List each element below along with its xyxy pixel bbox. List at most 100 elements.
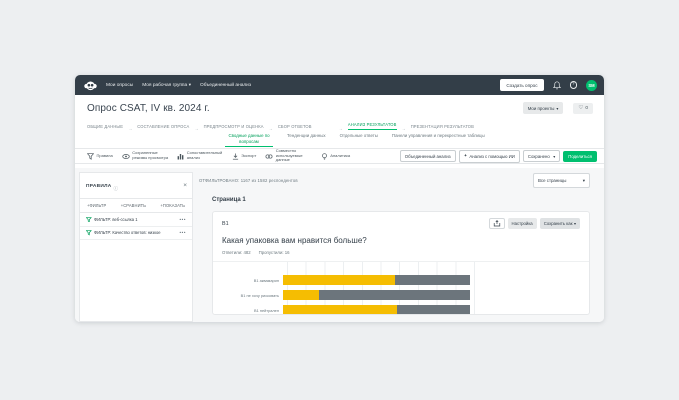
bar-segment-gray xyxy=(397,305,470,315)
ellipsis-menu-icon[interactable]: ••• xyxy=(179,217,186,222)
bar-category-label: В1 не хочу рисковать xyxy=(213,293,283,298)
chevron-down-icon xyxy=(583,178,585,184)
filter-rule-item[interactable]: ФИЛЬТР: веб-ссылка 1 ••• xyxy=(80,213,192,227)
stacked-bar-chart: В1 аквамарин В1 не хочу рисковать В1 ней… xyxy=(213,262,589,315)
ai-analysis-button[interactable]: Анализ с помощью ИИ xyxy=(459,150,520,163)
tool-export[interactable]: Экспорт xyxy=(232,153,257,160)
question-number: В1 xyxy=(222,221,229,227)
toolbar-actions: Объединенный анализ Анализ с помощью ИИ … xyxy=(400,150,597,163)
page-label: Страница 1 xyxy=(212,197,604,203)
save-as-button[interactable]: Сохранить как xyxy=(540,218,580,229)
tool-saved-views[interactable]: Сохраненные режимы просмотра xyxy=(122,151,169,161)
create-survey-button[interactable]: Создать опрос xyxy=(500,79,543,91)
survey-header: Опрос CSAT, IV кв. 2024 г. Мои проекты 0 xyxy=(75,95,604,118)
filter-funnel-icon xyxy=(86,217,92,223)
bar-track[interactable] xyxy=(283,290,470,300)
answered-count: Ответили: 482 xyxy=(222,250,251,255)
filter-rule-label: ФИЛЬТР: веб-ссылка 1 xyxy=(94,217,138,222)
workflow-stepper: ОБЩИЕ ДАННЫЕ СОСТАВЛЕНИЕ ОПРОСА ПРЕДПРОС… xyxy=(75,118,604,131)
chevron-down-icon xyxy=(554,106,558,111)
content-area: ПРАВИЛА × +ФИЛЬТР +СРАВНИТЬ +ПОКАЗАТЬ ФИ… xyxy=(75,168,604,322)
question-card: В1 Настройка Сохранить как Какая упаковк… xyxy=(212,211,590,315)
tool-rules-label: Правила xyxy=(97,154,113,159)
tool-shared-data-label: Совместно используемые данные xyxy=(276,149,312,163)
arrow-right-icon xyxy=(194,117,198,135)
tool-export-label: Экспорт xyxy=(241,154,256,159)
eye-icon xyxy=(122,153,130,160)
share-button[interactable]: Поделиться xyxy=(563,151,597,162)
add-show-tab[interactable]: +ПОКАЗАТЬ xyxy=(160,203,185,208)
chart-row: В1 нейтрален xyxy=(213,305,589,315)
main-panel: ОТФИЛЬТРОВАНО: 1167 из 1582 респондентов… xyxy=(197,168,604,322)
question-card-header: В1 Настройка Сохранить как xyxy=(213,212,589,229)
notifications-bell-icon[interactable] xyxy=(553,81,561,90)
project-dropdown-button[interactable]: Мои проекты xyxy=(523,102,564,114)
add-compare-tab[interactable]: +СРАВНИТЬ xyxy=(121,203,146,208)
question-title: Какая упаковка вам нравится больше? xyxy=(213,229,589,245)
rules-title: ПРАВИЛА xyxy=(86,184,112,189)
chevron-down-icon xyxy=(552,154,556,159)
pages-select-value: Все страницы xyxy=(538,178,566,183)
link-icon xyxy=(265,153,273,160)
question-card-controls: Настройка Сохранить как xyxy=(489,218,580,229)
step-collect[interactable]: СБОР ОТВЕТОВ xyxy=(278,124,312,129)
arrow-right-icon xyxy=(128,117,132,135)
tool-rules[interactable]: Правила xyxy=(87,153,113,160)
avatar[interactable]: SM xyxy=(586,80,597,91)
ellipsis-menu-icon[interactable]: ••• xyxy=(179,230,186,235)
filtered-banner: ОТФИЛЬТРОВАНО: 1167 из 1582 респондентов… xyxy=(197,168,604,188)
customize-button[interactable]: Настройка xyxy=(508,218,537,229)
tab-data-trends[interactable]: Тенденции данных xyxy=(287,133,326,138)
bar-track[interactable] xyxy=(283,305,470,315)
tool-insights[interactable]: Аналитика xyxy=(321,153,350,160)
rules-sidebar: ПРАВИЛА × +ФИЛЬТР +СРАВНИТЬ +ПОКАЗАТЬ ФИ… xyxy=(79,172,193,322)
tool-benchmark-label: Сопоставительный анализ xyxy=(187,151,223,161)
survey-title: Опрос CSAT, IV кв. 2024 г. xyxy=(87,103,210,114)
lightbulb-icon xyxy=(321,153,328,160)
nav-combined-analysis[interactable]: Объединенный анализ xyxy=(200,83,251,88)
tool-shared-data[interactable]: Совместно используемые данные xyxy=(265,149,312,163)
bar-track[interactable] xyxy=(283,275,470,285)
chevron-down-icon xyxy=(572,221,576,226)
info-icon[interactable] xyxy=(112,177,119,195)
analyze-subtabs: Сводные данные по вопросам Тенденции дан… xyxy=(75,131,604,148)
likes-badge[interactable]: 0 xyxy=(573,103,593,114)
nav-workgroup-label: Моя рабочая группа xyxy=(142,83,187,88)
bar-segment-yellow xyxy=(283,290,319,300)
close-icon[interactable]: × xyxy=(183,183,187,190)
filtered-count-text: ОТФИЛЬТРОВАНО: 1167 из 1582 респондентов xyxy=(199,178,298,183)
saved-dropdown-button[interactable]: Сохранено xyxy=(523,150,560,162)
filter-funnel-icon xyxy=(86,230,92,236)
tab-individual-responses[interactable]: Отдельные ответы xyxy=(340,133,378,138)
combined-analysis-button[interactable]: Объединенный анализ xyxy=(400,150,456,162)
filter-rule-label: ФИЛЬТР: Качество ответов: низкое xyxy=(94,230,161,235)
help-icon[interactable]: ? xyxy=(570,81,578,89)
pages-select[interactable]: Все страницы xyxy=(533,173,590,188)
step-design[interactable]: СОСТАВЛЕНИЕ ОПРОСА xyxy=(137,124,189,129)
tab-question-summaries[interactable]: Сводные данные по вопросам xyxy=(225,133,273,147)
surveymonkey-logo-icon[interactable] xyxy=(84,80,97,91)
chart-row: В1 не хочу рисковать xyxy=(213,290,589,300)
saved-label: Сохранено xyxy=(528,154,550,159)
step-preview[interactable]: ПРЕДПРОСМОТР И ОЦЕНКА xyxy=(204,124,264,129)
tab-dashboards-crosstabs[interactable]: Панели управления и перекрестные таблицы xyxy=(392,133,485,138)
bar-segment-yellow xyxy=(283,305,397,315)
nav-my-surveys[interactable]: Мои опросы xyxy=(106,83,133,88)
step-summary[interactable]: ОБЩИЕ ДАННЫЕ xyxy=(87,124,123,129)
bar-segment-gray xyxy=(395,275,470,285)
bar-segment-gray xyxy=(319,290,470,300)
share-question-button[interactable] xyxy=(489,218,505,229)
filter-rule-item[interactable]: ФИЛЬТР: Качество ответов: низкое ••• xyxy=(80,227,192,241)
bar-chart-icon xyxy=(177,153,184,160)
skipped-count: Пропустили: 16 xyxy=(259,250,290,255)
share-icon xyxy=(493,220,501,227)
rules-tabs: +ФИЛЬТР +СРАВНИТЬ +ПОКАЗАТЬ xyxy=(80,199,192,213)
tool-benchmark[interactable]: Сопоставительный анализ xyxy=(177,151,223,161)
nav-workgroup[interactable]: Моя рабочая группа xyxy=(142,82,191,88)
add-filter-tab[interactable]: +ФИЛЬТР xyxy=(87,203,106,208)
chevron-down-icon xyxy=(187,83,191,88)
step-analyze[interactable]: АНАЛИЗ РЕЗУЛЬТАТОВ xyxy=(348,122,397,130)
chart-row: В1 аквамарин xyxy=(213,275,589,285)
bar-category-label: В1 нейтрален xyxy=(213,308,283,313)
step-present[interactable]: ПРЕЗЕНТАЦИЯ РЕЗУЛЬТАТОВ xyxy=(411,124,474,129)
